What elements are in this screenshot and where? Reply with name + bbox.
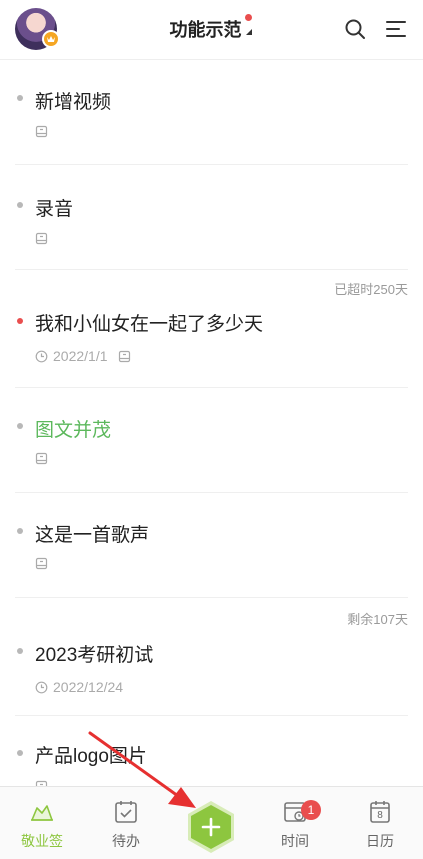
clock-icon	[35, 350, 48, 362]
item-meta: 2022/1/1	[35, 348, 131, 364]
item-title: 2023考研初试	[35, 645, 154, 666]
item-title: 新增视频	[35, 92, 112, 113]
calendar-day-number: 8	[377, 810, 383, 821]
tab-time[interactable]: 1 时间	[253, 787, 337, 859]
tab-label: 待办	[112, 833, 140, 849]
add-icon	[188, 801, 234, 853]
note-icon	[35, 452, 48, 465]
clock-icon	[35, 681, 48, 693]
item-title: 我和小仙女在一起了多少天	[35, 314, 264, 335]
list-item[interactable]: 剩余107天 2023考研初试 2022/12/24	[15, 598, 408, 716]
add-button[interactable]	[186, 800, 236, 854]
tab-calendar[interactable]: 8 日历	[338, 787, 422, 859]
tab-jingyeqian[interactable]: 敬业签	[0, 787, 84, 859]
bullet-dot	[17, 528, 23, 534]
bullet-dot	[17, 750, 23, 756]
bullet-dot-red	[17, 318, 23, 324]
page-title-text: 功能示范	[169, 20, 242, 40]
tab-label: 敬业签	[21, 833, 63, 849]
list-item[interactable]: 这是一首歌声	[15, 493, 408, 598]
remaining-status: 剩余107天	[347, 612, 408, 627]
item-title: 图文并茂	[35, 420, 112, 441]
item-meta	[35, 125, 48, 138]
bullet-dot	[17, 423, 23, 429]
todo-icon	[115, 801, 137, 823]
menu-icon[interactable]	[384, 17, 408, 41]
item-meta: 2022/12/24	[35, 679, 133, 695]
item-title: 这是一首歌声	[35, 525, 150, 546]
list-item[interactable]: 已超时250天 我和小仙女在一起了多少天 2022/1/1	[15, 270, 408, 388]
item-date: 2022/12/24	[53, 679, 124, 695]
item-meta	[35, 452, 48, 465]
bullet-dot	[17, 95, 23, 101]
tab-label: 时间	[281, 833, 309, 849]
bullet-dot	[17, 202, 23, 208]
title-notification-dot	[244, 14, 252, 21]
item-meta	[35, 232, 48, 245]
item-title: 录音	[35, 199, 74, 220]
tab-todo[interactable]: 待办	[84, 787, 168, 859]
note-icon	[118, 350, 130, 362]
item-title: 产品logo图片	[35, 746, 147, 767]
memo-list: 新增视频 录音 已超时250天 我和小仙女在一起了多少天 2022/1/1 图文…	[0, 60, 423, 806]
bullet-dot	[17, 648, 23, 654]
note-icon	[35, 232, 48, 245]
list-item[interactable]: 新增视频	[15, 60, 408, 165]
title-dropdown-icon	[245, 29, 252, 35]
item-date: 2022/1/1	[53, 348, 108, 364]
page-title[interactable]: 功能示范	[169, 14, 254, 42]
top-header: 功能示范	[0, 0, 423, 60]
list-item[interactable]: 图文并茂	[15, 388, 408, 493]
time-badge: 1	[301, 800, 321, 820]
item-meta	[35, 557, 48, 570]
tab-label: 日历	[366, 833, 394, 849]
list-item[interactable]: 录音	[15, 165, 408, 270]
note-icon	[35, 557, 48, 570]
note-icon	[35, 125, 48, 138]
note-home-icon	[31, 805, 53, 821]
overdue-status: 已超时250天	[334, 282, 408, 297]
search-icon[interactable]	[343, 17, 367, 41]
